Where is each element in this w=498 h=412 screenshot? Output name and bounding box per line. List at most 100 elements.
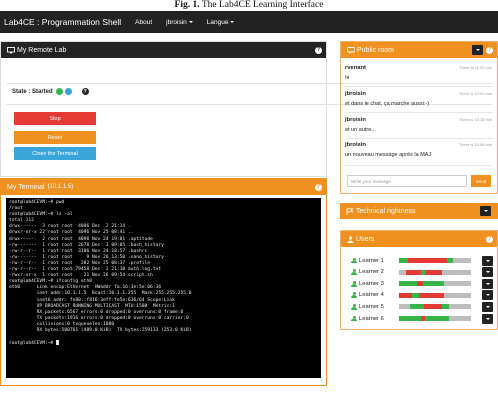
flag-icon [346,207,354,214]
learner-row[interactable]: Learner 3 [351,278,493,289]
activity-segment [424,304,443,310]
chevron-down-icon [485,317,490,320]
public-room-panel: Public room ? rvenant There is 11:00 min… [340,41,498,194]
activity-segment [449,316,471,321]
terminal-header: My Terminal (10.1.1.5) ? [1,179,326,195]
user-icon [351,280,357,287]
remote-lab-title: My Remote Lab [17,46,67,54]
activity-segment [424,316,450,321]
machine-state: State : Started ? [12,88,89,95]
chevron-down-icon [485,305,490,308]
learner-row[interactable]: Learner 6 [351,313,493,324]
chevron-down-icon [188,21,193,23]
terminal-console[interactable]: root@lab4CEVM:~# pwd/root root@lab4CEVM:~… [6,198,321,378]
help-icon[interactable]: ? [81,88,89,95]
chat-message-input[interactable]: Write your message [347,175,467,187]
chat-message-time: There is 10:18 min [458,117,492,122]
activity-bar [399,269,471,275]
activity-segment [399,258,408,263]
activity-bar [399,281,471,287]
app-brand[interactable]: Lab4CE : Programmation Shell [4,17,121,27]
activity-segment [449,304,471,310]
learner-name: Learner 1 [359,257,384,264]
activity-segment [419,292,445,298]
user-icon [351,303,357,310]
chevron-down-icon [485,282,490,285]
learner-name: Learner 6 [359,315,384,322]
activity-segment [442,304,450,310]
learner-menu-button[interactable] [482,301,493,312]
help-icon[interactable]: ? [315,183,322,191]
activity-segment [426,269,443,275]
activity-segment [406,269,421,275]
user-icon [351,315,357,322]
nav-language-menu[interactable]: Langue [207,19,235,26]
learner-row[interactable]: Learner 4 [351,290,493,301]
send-button[interactable]: Send [471,175,491,187]
help-icon[interactable]: ? [486,235,493,243]
activity-segment [409,304,425,310]
learner-name: Learner 3 [359,280,384,287]
learner-menu-button[interactable] [482,278,493,289]
public-room-title: Public room [357,46,394,54]
activity-bar [399,304,471,310]
close-terminal-button[interactable]: Close the Terminal [14,147,96,160]
activity-segment [407,258,448,263]
users-header: Users ? [341,231,497,247]
activity-bar [399,292,471,298]
desktop-icon [7,46,15,53]
stop-button[interactable]: Stop [14,112,96,125]
public-room-header: Public room ? [341,42,497,58]
help-icon[interactable]: ? [315,46,322,54]
figure-label: Fig. 1. [174,0,200,10]
user-icon [351,269,357,276]
terminal-line: root@lab4CEVM:~# [9,340,318,347]
expand-button[interactable] [480,206,491,216]
activity-bar [399,258,471,263]
technical-rightness-header: Technical rightness [340,203,498,219]
learner-row[interactable]: Learner 2 [351,267,493,278]
terminal-ip: (10.1.1.5) [47,184,74,190]
nav-about[interactable]: About [135,19,152,26]
activity-segment [399,269,407,275]
machine-name: Machine 4 [12,28,42,35]
chat-message: jbroisin There is 10:18 min et un autre.… [345,117,493,139]
chat-message: jbroisin There is 12:00 min et dans le c… [345,91,493,113]
running-status-icon [55,88,63,95]
collapse-button[interactable] [472,45,483,55]
figure-caption: Fig. 1. The Lab4CE Learning Interface [0,0,498,11]
chevron-down-icon [485,271,490,274]
learner-menu-button[interactable] [482,313,493,324]
activity-segment [399,292,412,298]
nav-user-label: jbroisin [166,18,187,26]
activity-segment [453,258,471,263]
learner-menu-button[interactable] [482,267,493,278]
activity-segment [399,304,410,310]
users-title: Users [356,235,375,243]
user-icon [351,292,357,299]
top-navbar: Lab4CE : Programmation Shell About jbroi… [0,11,498,33]
nav-language-label: Langue [206,18,229,26]
user-icon [351,257,357,264]
chat-message-text: et dans le chat, ça marche aussi:-) [345,101,430,107]
learner-menu-button[interactable] [482,255,493,266]
state-label: State : Started [12,88,53,95]
activity-segment [444,281,471,287]
learner-row[interactable]: Learner 1 [351,255,493,266]
learner-menu-button[interactable] [482,290,493,301]
chevron-down-icon [230,21,235,23]
chat-message: rvenant There is 11:00 min hi [345,65,493,87]
nav-user-menu[interactable]: jbroisin [166,19,193,26]
chevron-down-icon [485,259,490,262]
chevron-down-icon [485,294,490,297]
technical-rightness-panel: Technical rightness [340,203,498,219]
chat-message: jbroisin There is 10:08 min un nouveau m… [345,142,493,166]
reset-button[interactable]: Reset [14,131,96,144]
activity-bar [399,316,471,321]
learner-row[interactable]: Learner 5 [351,301,493,312]
chat-icon [347,46,355,54]
refresh-icon[interactable] [64,88,72,95]
chat-message-time: There is 10:08 min [458,142,492,147]
chat-message-text: hi [345,75,350,81]
help-icon[interactable]: ? [486,46,493,54]
